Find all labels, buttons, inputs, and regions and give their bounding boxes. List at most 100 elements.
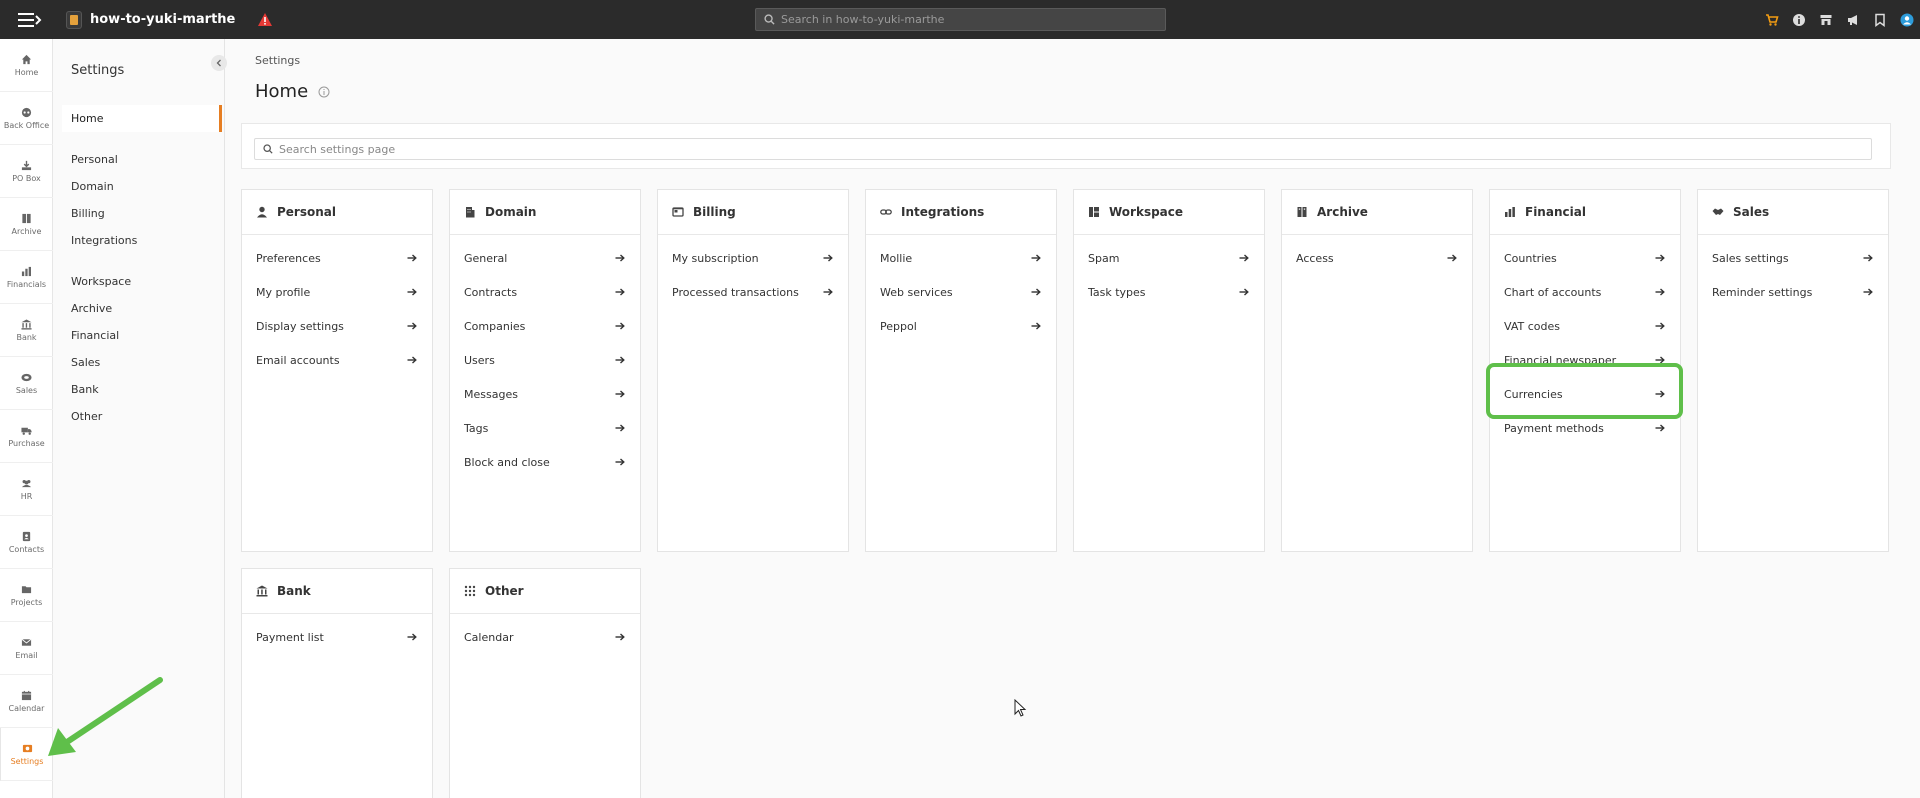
settings-link-web-services[interactable]: Web services: [866, 275, 1056, 309]
side-nav-billing[interactable]: Billing: [71, 207, 105, 220]
settings-link-vat-codes[interactable]: VAT codes: [1490, 309, 1680, 343]
settings-link-spam[interactable]: Spam: [1074, 241, 1264, 275]
breadcrumb[interactable]: Settings: [255, 54, 300, 67]
billing-icon: [672, 207, 684, 217]
arrow-right-icon: [1239, 254, 1249, 262]
store-button[interactable]: [1812, 0, 1839, 39]
rail-item-financials[interactable]: Financials: [0, 251, 53, 304]
domain-name[interactable]: how-to-yuki-marthe: [90, 12, 235, 27]
settings-link-chart-of-accounts[interactable]: Chart of accounts: [1490, 275, 1680, 309]
settings-link-display-settings[interactable]: Display settings: [242, 309, 432, 343]
card-header: Workspace: [1074, 190, 1264, 235]
back-office-icon: [21, 107, 32, 117]
settings-link-label: Companies: [464, 319, 526, 333]
side-nav-bank[interactable]: Bank: [71, 383, 99, 396]
rail-item-back-office[interactable]: Back Office: [0, 92, 53, 145]
settings-link-peppol[interactable]: Peppol: [866, 309, 1056, 343]
side-nav-home[interactable]: Home: [62, 105, 222, 132]
user-menu-button[interactable]: [1893, 0, 1920, 39]
announcements-button[interactable]: [1839, 0, 1866, 39]
settings-link-my-subscription[interactable]: My subscription: [658, 241, 848, 275]
settings-link-tags[interactable]: Tags: [450, 411, 640, 445]
info-icon[interactable]: [318, 86, 330, 98]
bookmark-button[interactable]: [1866, 0, 1893, 39]
settings-link-label: VAT codes: [1504, 319, 1560, 333]
arrow-right-icon: [615, 390, 625, 398]
side-nav-workspace[interactable]: Workspace: [71, 275, 131, 288]
rail-item-contacts[interactable]: Contacts: [0, 516, 53, 569]
settings-link-processed-transactions[interactable]: Processed transactions: [658, 275, 848, 309]
global-search[interactable]: [755, 8, 1166, 31]
arrow-right-icon: [615, 458, 625, 466]
card-financial: Financial Countries Chart of accounts VAT c…: [1489, 189, 1681, 552]
arrow-right-icon: [1239, 288, 1249, 296]
settings-link-currencies[interactable]: Currencies: [1490, 377, 1680, 411]
cart-button[interactable]: [1758, 0, 1785, 39]
store-icon: [1820, 14, 1831, 25]
settings-link-sales-settings[interactable]: Sales settings: [1698, 241, 1888, 275]
rail-item-projects[interactable]: Projects: [0, 569, 53, 622]
warning-icon[interactable]: [257, 12, 273, 28]
settings-link-task-types[interactable]: Task types: [1074, 275, 1264, 309]
side-nav-domain[interactable]: Domain: [71, 180, 114, 193]
info-button[interactable]: [1785, 0, 1812, 39]
settings-link-companies[interactable]: Companies: [450, 309, 640, 343]
handshake-icon: [1712, 208, 1724, 215]
settings-link-email-accounts[interactable]: Email accounts: [242, 343, 432, 377]
collapse-panel-button[interactable]: [211, 55, 227, 71]
rail-item-home[interactable]: Home: [0, 39, 53, 92]
settings-link-calendar[interactable]: Calendar: [450, 620, 640, 654]
settings-link-access[interactable]: Access: [1282, 241, 1472, 275]
arrow-right-icon: [1031, 288, 1041, 296]
settings-link-users[interactable]: Users: [450, 343, 640, 377]
settings-link-block-and-close[interactable]: Block and close: [450, 445, 640, 479]
search-icon: [263, 144, 273, 154]
rail-item-settings[interactable]: Settings: [0, 728, 53, 781]
calendar-icon: [21, 690, 32, 700]
archive-icon: [22, 213, 31, 223]
settings-link-contracts[interactable]: Contracts: [450, 275, 640, 309]
settings-link-payment-list[interactable]: Payment list: [242, 620, 432, 654]
settings-link-label: Email accounts: [256, 353, 340, 367]
arrow-right-icon: [615, 288, 625, 296]
rail-item-purchase[interactable]: Purchase: [0, 410, 53, 463]
settings-link-financial-newspaper[interactable]: Financial newspaper: [1490, 343, 1680, 377]
arrow-right-icon: [615, 322, 625, 330]
side-nav-personal[interactable]: Personal: [71, 153, 118, 166]
rail-item-archive[interactable]: Archive: [0, 198, 53, 251]
settings-link-label: Countries: [1504, 251, 1557, 265]
settings-link-label: My subscription: [672, 251, 759, 265]
side-nav-other[interactable]: Other: [71, 410, 102, 423]
rail-item-calendar[interactable]: Calendar: [0, 675, 53, 728]
settings-link-mollie[interactable]: Mollie: [866, 241, 1056, 275]
side-nav-sales[interactable]: Sales: [71, 356, 100, 369]
card-workspace: Workspace Spam Task types: [1073, 189, 1265, 552]
settings-link-general[interactable]: General: [450, 241, 640, 275]
settings-link-payment-methods[interactable]: Payment methods: [1490, 411, 1680, 445]
settings-search[interactable]: [254, 138, 1872, 160]
settings-link-preferences[interactable]: Preferences: [242, 241, 432, 275]
card-title: Integrations: [901, 205, 985, 219]
card-title: Sales: [1733, 205, 1770, 219]
menu-toggle-button[interactable]: [0, 0, 60, 39]
card-title: Personal: [277, 205, 336, 219]
rail-item-email[interactable]: Email: [0, 622, 53, 675]
settings-link-label: Payment methods: [1504, 421, 1604, 435]
global-search-input[interactable]: [781, 13, 1151, 26]
side-nav-financial[interactable]: Financial: [71, 329, 119, 342]
rail-item-bank[interactable]: Bank: [0, 304, 53, 357]
side-nav-archive[interactable]: Archive: [71, 302, 112, 315]
settings-link-messages[interactable]: Messages: [450, 377, 640, 411]
arrow-right-icon: [1655, 254, 1665, 262]
rail-item-sales[interactable]: Sales: [0, 357, 53, 410]
settings-link-reminder-settings[interactable]: Reminder settings: [1698, 275, 1888, 309]
settings-side-panel: Settings Home Personal Domain Billing In…: [54, 39, 227, 798]
settings-link-my-profile[interactable]: My profile: [242, 275, 432, 309]
side-nav-integrations[interactable]: Integrations: [71, 234, 137, 247]
settings-link-countries[interactable]: Countries: [1490, 241, 1680, 275]
settings-search-input[interactable]: [279, 142, 1779, 156]
settings-link-label: General: [464, 251, 508, 265]
card-billing: Billing My subscription Processed transact…: [657, 189, 849, 552]
rail-item-po-box[interactable]: PO Box: [0, 145, 53, 198]
rail-item-hr[interactable]: HR: [0, 463, 53, 516]
